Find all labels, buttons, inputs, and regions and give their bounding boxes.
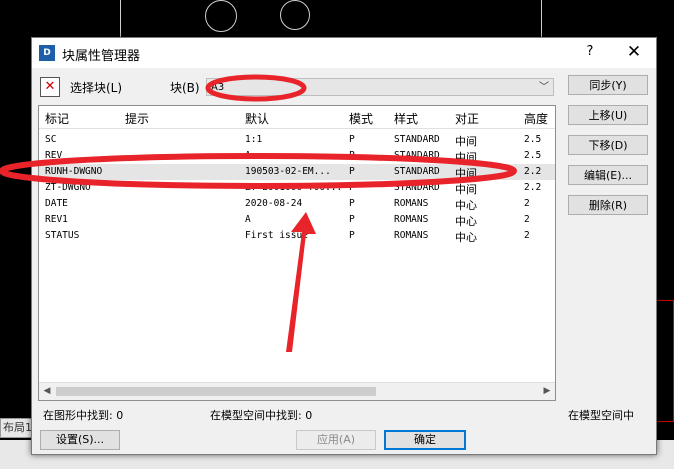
cell-mode: P bbox=[349, 230, 355, 241]
cell-tag: DATE bbox=[45, 198, 68, 209]
col-header-prompt[interactable]: 提示 bbox=[125, 110, 149, 127]
found-in-drawing-count: 在图形中找到: 0 bbox=[43, 409, 124, 422]
sync-button[interactable]: 同步(Y) bbox=[568, 75, 648, 95]
cell-default: 1:1 bbox=[245, 134, 263, 145]
attribute-list[interactable]: 标记 提示 默认 模式 样式 对正 高度 SC 1:1 P STANDARD 中… bbox=[38, 105, 556, 401]
cell-height: 2 bbox=[524, 198, 530, 209]
chevron-down-icon: ﹀ bbox=[539, 82, 549, 93]
cell-mode: P bbox=[349, 198, 355, 209]
col-header-style[interactable]: 样式 bbox=[394, 110, 418, 127]
cell-mode: P bbox=[349, 214, 355, 225]
dialog-title: 块属性管理器 bbox=[62, 49, 141, 64]
cell-default: ZT-E001000-T00... bbox=[245, 182, 340, 193]
cell-style: STANDARD bbox=[394, 182, 440, 193]
app-icon: D bbox=[39, 45, 55, 61]
cad-drawing-fragment bbox=[120, 0, 542, 39]
titlebar: D 块属性管理器 ? ✕ bbox=[32, 38, 656, 68]
cell-tag: STATUS bbox=[45, 230, 80, 241]
cell-height: 2.2 bbox=[524, 182, 542, 193]
help-button[interactable]: ? bbox=[580, 44, 600, 62]
table-row[interactable]: ZT-DWGNO ZT-E001000-T00... P STANDARD 中间… bbox=[39, 180, 555, 196]
select-block-button[interactable]: ✕ bbox=[40, 77, 60, 97]
cell-height: 2.5 bbox=[524, 150, 542, 161]
block-label: 块(B) bbox=[170, 81, 200, 95]
block-dropdown-value: A3 bbox=[211, 82, 225, 93]
close-button[interactable]: ✕ bbox=[622, 42, 646, 64]
cell-default: A bbox=[245, 214, 251, 225]
table-row[interactable]: REV1 A P ROMANS 中心 2 bbox=[39, 212, 555, 228]
col-header-mode[interactable]: 模式 bbox=[349, 110, 373, 127]
cell-justify: 中间 bbox=[455, 183, 477, 196]
table-row[interactable]: REV A P STANDARD 中间 2.5 bbox=[39, 148, 555, 164]
cell-height: 2 bbox=[524, 230, 530, 241]
found-in-modelspace-count: 在模型空间中找到: 0 bbox=[210, 409, 313, 422]
table-row-selected[interactable]: RUNH-DWGNO 190503-02-EM... P STANDARD 中间… bbox=[39, 164, 555, 180]
block-attribute-manager-dialog: D 块属性管理器 ? ✕ ✕ 选择块(L) 块(B) A3 ﹀ 标记 提示 默认… bbox=[31, 37, 657, 455]
cell-mode: P bbox=[349, 182, 355, 193]
cell-tag: REV1 bbox=[45, 214, 68, 225]
cell-tag: SC bbox=[45, 134, 57, 145]
cell-justify: 中心 bbox=[455, 199, 477, 212]
cell-tag: ZT-DWGNO bbox=[45, 182, 91, 193]
list-header: 标记 提示 默认 模式 样式 对正 高度 bbox=[39, 106, 555, 129]
edit-button[interactable]: 编辑(E)... bbox=[568, 165, 648, 185]
cell-justify: 中间 bbox=[455, 151, 477, 164]
cell-tag: RUNH-DWGNO bbox=[45, 166, 103, 177]
move-up-button[interactable]: 上移(U) bbox=[568, 105, 648, 125]
settings-button[interactable]: 设置(S)... bbox=[40, 430, 120, 450]
cell-default: A bbox=[245, 150, 251, 161]
cell-justify: 中间 bbox=[455, 167, 477, 180]
ok-button[interactable]: 确定 bbox=[384, 430, 466, 450]
scrollbar-thumb[interactable] bbox=[56, 387, 376, 396]
cell-tag: REV bbox=[45, 150, 63, 161]
pick-object-icon: ✕ bbox=[44, 79, 56, 94]
table-row[interactable]: SC 1:1 P STANDARD 中间 2.5 bbox=[39, 132, 555, 148]
cell-justify: 中心 bbox=[455, 231, 477, 244]
modelspace-status: 在模型空间中 bbox=[568, 409, 634, 422]
cad-drawing-fragment bbox=[280, 0, 310, 30]
block-dropdown[interactable]: A3 ﹀ bbox=[206, 78, 554, 96]
cell-style: ROMANS bbox=[394, 230, 429, 241]
apply-button[interactable]: 应用(A) bbox=[296, 430, 376, 450]
scroll-left-icon[interactable]: ◀ bbox=[41, 386, 53, 396]
cell-height: 2.2 bbox=[524, 166, 542, 177]
cell-default: First issue bbox=[245, 230, 308, 241]
col-header-height[interactable]: 高度 bbox=[524, 110, 548, 127]
col-header-tag[interactable]: 标记 bbox=[45, 110, 69, 127]
cell-style: STANDARD bbox=[394, 166, 440, 177]
cell-style: STANDARD bbox=[394, 150, 440, 161]
delete-button[interactable]: 删除(R) bbox=[568, 195, 648, 215]
move-down-button[interactable]: 下移(D) bbox=[568, 135, 648, 155]
cell-mode: P bbox=[349, 134, 355, 145]
cell-default: 2020-08-24 bbox=[245, 198, 303, 209]
cell-justify: 中心 bbox=[455, 215, 477, 228]
table-row[interactable]: STATUS First issue P ROMANS 中心 2 bbox=[39, 228, 555, 244]
cell-default: 190503-02-EM... bbox=[245, 166, 331, 177]
horizontal-scrollbar[interactable]: ◀ ▶ bbox=[39, 382, 555, 400]
cell-style: STANDARD bbox=[394, 134, 440, 145]
select-block-label: 选择块(L) bbox=[70, 81, 123, 95]
cell-height: 2.5 bbox=[524, 134, 542, 145]
cell-mode: P bbox=[349, 166, 355, 177]
cell-style: ROMANS bbox=[394, 214, 429, 225]
table-row[interactable]: DATE 2020-08-24 P ROMANS 中心 2 bbox=[39, 196, 555, 212]
scroll-right-icon[interactable]: ▶ bbox=[541, 386, 553, 396]
col-header-default[interactable]: 默认 bbox=[245, 110, 269, 127]
cell-mode: P bbox=[349, 150, 355, 161]
cell-style: ROMANS bbox=[394, 198, 429, 209]
col-header-justify[interactable]: 对正 bbox=[455, 110, 479, 127]
cad-drawing-fragment bbox=[205, 0, 237, 32]
cell-justify: 中间 bbox=[455, 135, 477, 148]
cell-height: 2 bbox=[524, 214, 530, 225]
